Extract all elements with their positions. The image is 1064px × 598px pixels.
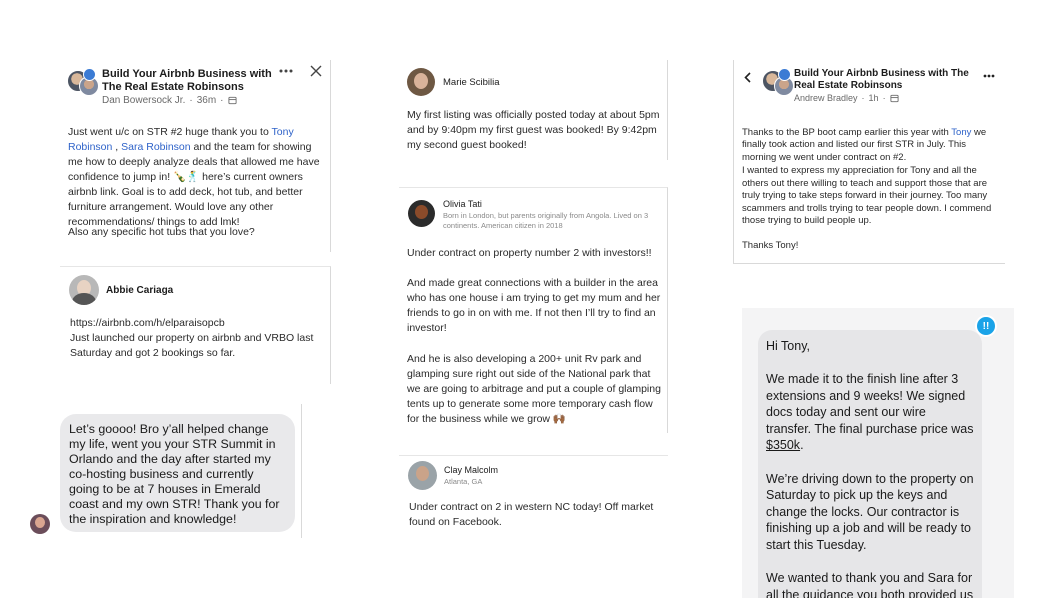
post-body-p1: Under contract on property number 2 with… (407, 247, 652, 259)
group-avatar[interactable] (762, 68, 794, 98)
author-name[interactable]: Marie Scibilia (443, 76, 500, 89)
globe-icon (890, 94, 899, 102)
post-body: My first listing was officially posted t… (407, 109, 660, 151)
post-abbie-cariaga: Abbie Cariaga https://airbnb.com/h/elpar… (60, 266, 331, 384)
post-body-p2: I wanted to express my appreciation for … (742, 165, 992, 226)
group-title[interactable]: Build Your Airbnb Business with The Real… (102, 68, 272, 94)
post-body-p2: And made great connections with a builde… (407, 277, 661, 334)
more-icon[interactable] (275, 64, 297, 78)
group-title[interactable]: Build Your Airbnb Business with The Real… (794, 68, 974, 92)
post-dan-bowersock: Build Your Airbnb Business with The Real… (60, 60, 331, 252)
close-icon[interactable] (308, 63, 324, 79)
message-greeting: Hi Tony, (766, 339, 811, 353)
post-meta: Dan Bowersock Jr. · 36m · (102, 95, 272, 106)
avatar[interactable] (69, 275, 99, 305)
post-time: 1h (868, 93, 879, 103)
post-andrew-bradley: Build Your Airbnb Business with The Real… (733, 60, 1005, 264)
avatar[interactable] (408, 461, 437, 490)
mention-tony[interactable]: Tony (951, 127, 971, 138)
reaction-badge[interactable]: !! (975, 315, 997, 337)
group-avatar[interactable] (67, 68, 99, 98)
globe-icon (227, 96, 237, 105)
post-body-p1: Thanks to the BP boot camp earlier this … (742, 126, 987, 163)
mention-sara-robinson[interactable]: Sara Robinson (121, 141, 190, 153)
more-icon[interactable] (979, 70, 999, 82)
post-marie-scibilia: Marie Scibilia My first listing was offi… (399, 60, 668, 160)
message-bubble: Hi Tony, We made it to the finish line a… (758, 330, 982, 598)
author-name[interactable]: Olivia Tati (443, 198, 482, 211)
avatar[interactable] (407, 68, 435, 96)
post-body-question: Also any specific hot tubs that you love… (68, 226, 255, 238)
message-bubble: Let’s goooo! Bro y’all helped change my … (60, 414, 295, 532)
post-body: Just launched our property on airbnb and… (70, 332, 314, 359)
author-name[interactable]: Abbie Cariaga (106, 284, 173, 297)
post-body-p3: Thanks Tony! (742, 240, 799, 251)
message-card-left: Let’s goooo! Bro y’all helped change my … (28, 404, 302, 538)
message-p1: We made it to the finish line after 3 ex… (766, 372, 974, 452)
post-olivia-tati: Olivia Tati Born in London, but parents … (399, 187, 668, 433)
author-name[interactable]: Dan Bowersock Jr. (102, 95, 185, 106)
message-text: Let’s goooo! Bro y’all helped change my … (69, 422, 280, 526)
post-time: 36m (196, 95, 217, 106)
message-p3: We wanted to thank you and Sara for all … (766, 571, 974, 598)
sender-avatar[interactable] (30, 514, 50, 534)
airbnb-link[interactable]: https://airbnb.com/h/elparaisopcb (70, 316, 328, 331)
author-name[interactable]: Clay Malcolm (444, 464, 498, 477)
exclamation-icon: !! (982, 320, 990, 332)
author-bio: Born in London, but parents originally f… (443, 211, 649, 230)
message-card-right: Hi Tony, We made it to the finish line a… (742, 308, 1014, 598)
author-location: Atlanta, GA (444, 477, 483, 486)
post-clay-malcolm: Clay Malcolm Atlanta, GA Under contract … (399, 455, 668, 537)
post-body-p3: And he is also developing a 200+ unit Rv… (407, 353, 661, 425)
author-name[interactable]: Andrew Bradley (794, 93, 858, 103)
avatar[interactable] (408, 200, 435, 227)
back-icon[interactable] (741, 70, 753, 84)
post-body: Under contract on 2 in western NC today!… (409, 501, 654, 528)
price-link[interactable]: $350k (766, 438, 800, 452)
message-p2: We’re driving down to the property on Sa… (766, 471, 974, 552)
post-meta: Andrew Bradley · 1h · (794, 93, 974, 103)
post-body: Just went u/c on STR #2 huge thank you t… (68, 126, 320, 228)
